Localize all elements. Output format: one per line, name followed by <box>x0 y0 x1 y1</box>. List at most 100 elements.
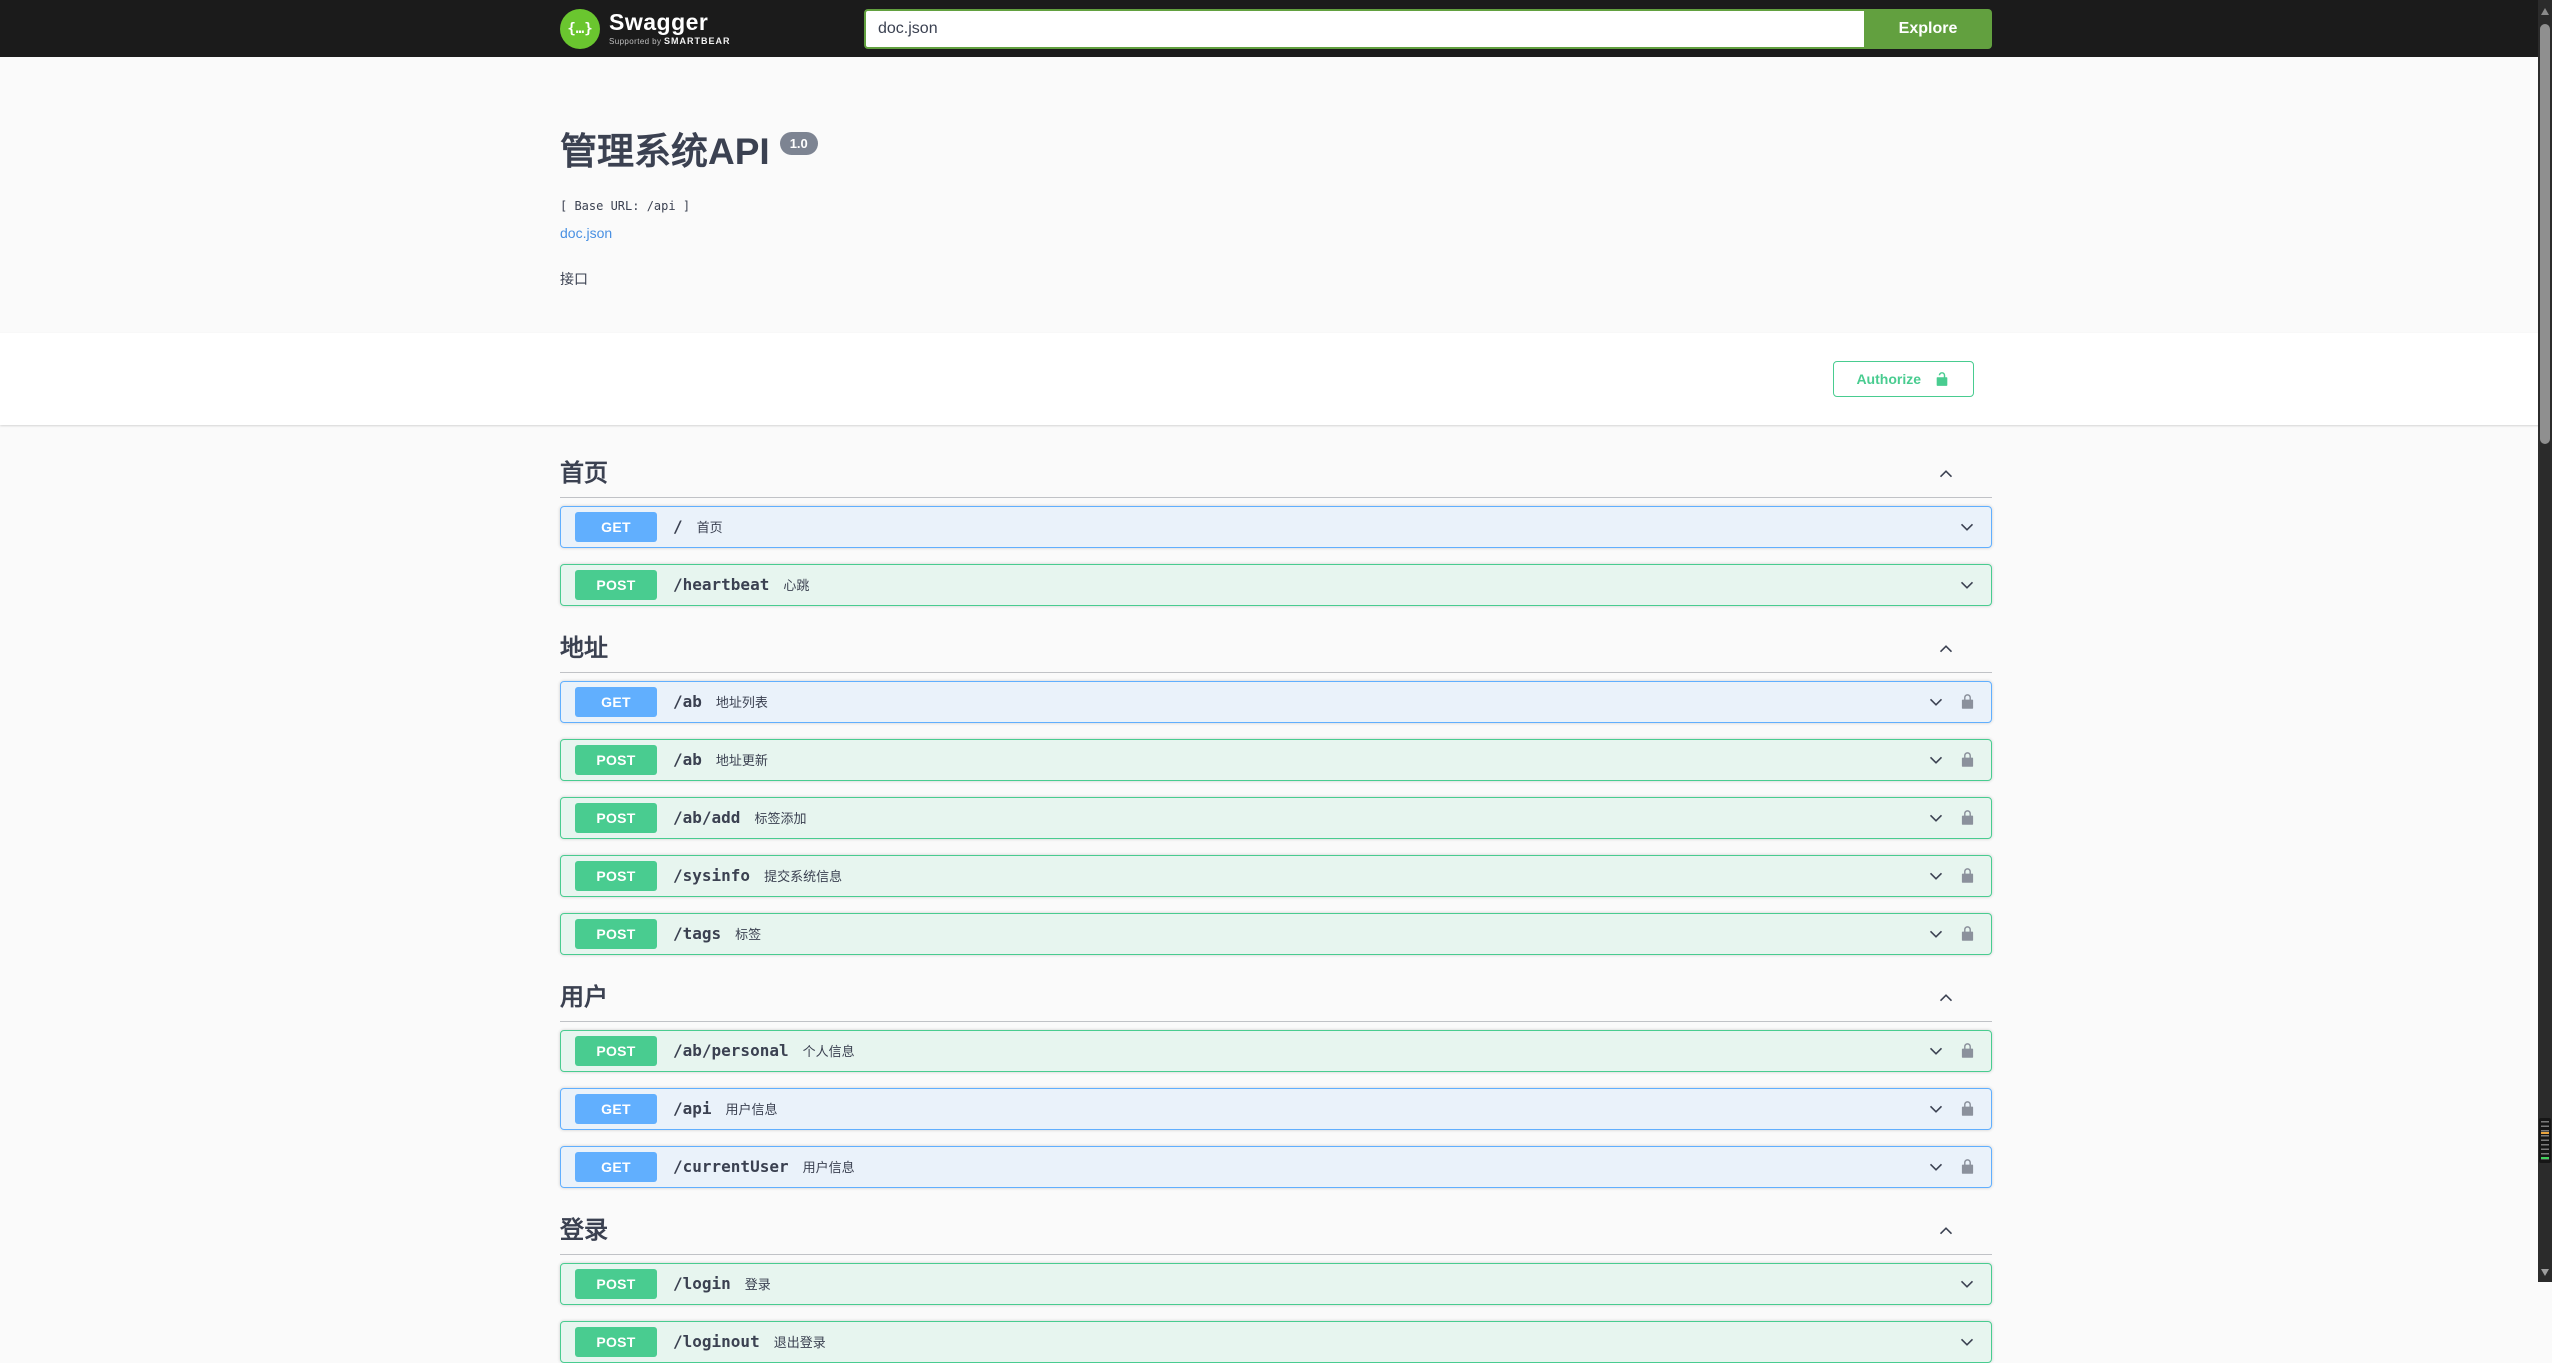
operation-row[interactable]: POST /heartbeat 心跳 <box>560 563 1992 606</box>
operation-summary: 标签添加 <box>754 811 807 827</box>
operation-row[interactable]: GET /ab 地址列表 <box>560 680 1992 723</box>
swagger-ui-page: { "topbar": { "logo_text": "Swagger", "t… <box>0 0 2552 1363</box>
method-badge: POST <box>575 1326 657 1357</box>
operation-path: /tags <box>673 924 722 944</box>
swagger-brand: {…} Swagger Supported by SMARTBEAR <box>560 8 731 49</box>
chevron-down-icon[interactable] <box>1926 1041 1946 1061</box>
chevron-down-icon[interactable] <box>1926 692 1946 712</box>
chevron-up-icon[interactable] <box>1936 639 1956 659</box>
chevron-down-icon[interactable] <box>1926 1099 1946 1119</box>
operation-path: /loginout <box>673 1332 760 1352</box>
chevron-down-icon[interactable] <box>1957 575 1977 595</box>
spec-url-form: Explore <box>864 8 1992 49</box>
lock-icon[interactable] <box>1958 692 1977 711</box>
api-section: 登录 POST /login 登录 POST /loginout 退出登录 <box>560 1204 1992 1363</box>
chevron-down-icon[interactable] <box>1926 1157 1946 1177</box>
operation-summary: 登录 <box>744 1277 771 1293</box>
operation-summary: 地址更新 <box>715 753 768 769</box>
scroll-marker-orange <box>2541 1132 2549 1134</box>
authorize-button[interactable]: Authorize <box>1833 360 1974 397</box>
operation-path: /heartbeat <box>673 575 770 595</box>
operation-summary: 用户信息 <box>725 1102 778 1118</box>
chevron-down-icon[interactable] <box>1926 866 1946 886</box>
operation-summary: 首页 <box>696 520 723 536</box>
section-title: 地址 <box>560 634 608 662</box>
operation-row[interactable]: POST /ab 地址更新 <box>560 738 1992 781</box>
lock-icon[interactable] <box>1958 1099 1977 1118</box>
method-badge: POST <box>575 1268 657 1299</box>
base-url: [ Base URL: /api ] <box>560 198 691 213</box>
lock-icon[interactable] <box>1958 866 1977 885</box>
version-badge: 1.0 <box>779 131 818 156</box>
scroll-up-icon[interactable] <box>2541 8 2549 15</box>
method-badge: GET <box>575 511 657 542</box>
method-badge: GET <box>575 1151 657 1182</box>
scroll-down-icon[interactable] <box>2541 1269 2549 1276</box>
method-badge: POST <box>575 744 657 775</box>
method-badge: GET <box>575 686 657 717</box>
operation-summary: 心跳 <box>783 578 810 594</box>
spec-json-link[interactable]: doc.json <box>560 225 612 241</box>
operation-row[interactable]: POST /ab/add 标签添加 <box>560 796 1992 839</box>
lock-icon[interactable] <box>1958 750 1977 769</box>
operation-row[interactable]: POST /sysinfo 提交系统信息 <box>560 854 1992 897</box>
api-sections: 首页 GET / 首页 POST /heartbeat 心跳 地址 GET /a… <box>560 425 1992 1363</box>
operation-path: /ab/add <box>673 808 741 828</box>
method-badge: POST <box>575 918 657 949</box>
section-header[interactable]: 地址 <box>560 622 1992 673</box>
scroll-marker-lines <box>2541 1121 2549 1160</box>
lock-icon[interactable] <box>1958 1041 1977 1060</box>
operation-row[interactable]: POST /loginout 退出登录 <box>560 1320 1992 1363</box>
method-badge: POST <box>575 1035 657 1066</box>
unlock-icon <box>1933 370 1951 388</box>
operation-row[interactable]: POST /ab/personal 个人信息 <box>560 1029 1992 1072</box>
chevron-down-icon[interactable] <box>1926 750 1946 770</box>
chevron-up-icon[interactable] <box>1936 464 1956 484</box>
lock-icon[interactable] <box>1958 1157 1977 1176</box>
page-title: 管理系统API 1.0 <box>560 130 1992 174</box>
swagger-logo-icon: {…} <box>560 8 600 49</box>
chevron-down-icon[interactable] <box>1957 1332 1977 1352</box>
operation-row[interactable]: GET / 首页 <box>560 505 1992 548</box>
chevron-up-icon[interactable] <box>1936 1221 1956 1241</box>
topbar: {…} Swagger Supported by SMARTBEAR Explo… <box>0 0 2552 57</box>
section-header[interactable]: 登录 <box>560 1204 1992 1255</box>
operation-row[interactable]: POST /login 登录 <box>560 1262 1992 1305</box>
scroll-marker-green <box>2541 1157 2549 1159</box>
spec-url-input[interactable] <box>864 8 1864 49</box>
chevron-down-icon[interactable] <box>1957 517 1977 537</box>
operation-path: /login <box>673 1274 731 1294</box>
chevron-down-icon[interactable] <box>1957 1274 1977 1294</box>
operation-row[interactable]: GET /api 用户信息 <box>560 1087 1992 1130</box>
chevron-up-icon[interactable] <box>1936 988 1956 1008</box>
scrollbar-track[interactable] <box>2538 0 2552 1282</box>
section-title: 用户 <box>560 983 608 1011</box>
scrollbar-thumb[interactable] <box>2540 24 2550 444</box>
section-header[interactable]: 首页 <box>560 447 1992 498</box>
chevron-down-icon[interactable] <box>1926 808 1946 828</box>
explore-button[interactable]: Explore <box>1864 8 1992 49</box>
operation-summary: 标签 <box>735 927 762 943</box>
operation-row[interactable]: GET /currentUser 用户信息 <box>560 1145 1992 1188</box>
lock-icon[interactable] <box>1958 808 1977 827</box>
operation-path: /currentUser <box>673 1157 789 1177</box>
scheme-container: Authorize <box>0 332 2552 425</box>
operation-summary: 个人信息 <box>802 1044 855 1060</box>
operation-summary: 地址列表 <box>715 695 768 711</box>
operation-path: /ab/personal <box>673 1041 789 1061</box>
authorize-label: Authorize <box>1856 370 1921 387</box>
operation-row[interactable]: POST /tags 标签 <box>560 912 1992 955</box>
api-description: 接口 <box>560 270 588 287</box>
operation-path: /api <box>673 1099 712 1119</box>
operation-summary: 退出登录 <box>773 1335 826 1351</box>
method-badge: GET <box>575 1093 657 1124</box>
chevron-down-icon[interactable] <box>1926 924 1946 944</box>
section-title: 首页 <box>560 459 608 487</box>
operation-summary: 提交系统信息 <box>764 869 843 885</box>
method-badge: POST <box>575 802 657 833</box>
scroll-position-marker <box>2539 1118 2551 1163</box>
operation-path: / <box>673 517 683 537</box>
lock-icon[interactable] <box>1958 924 1977 943</box>
section-header[interactable]: 用户 <box>560 971 1992 1022</box>
api-section: 首页 GET / 首页 POST /heartbeat 心跳 <box>560 447 1992 606</box>
